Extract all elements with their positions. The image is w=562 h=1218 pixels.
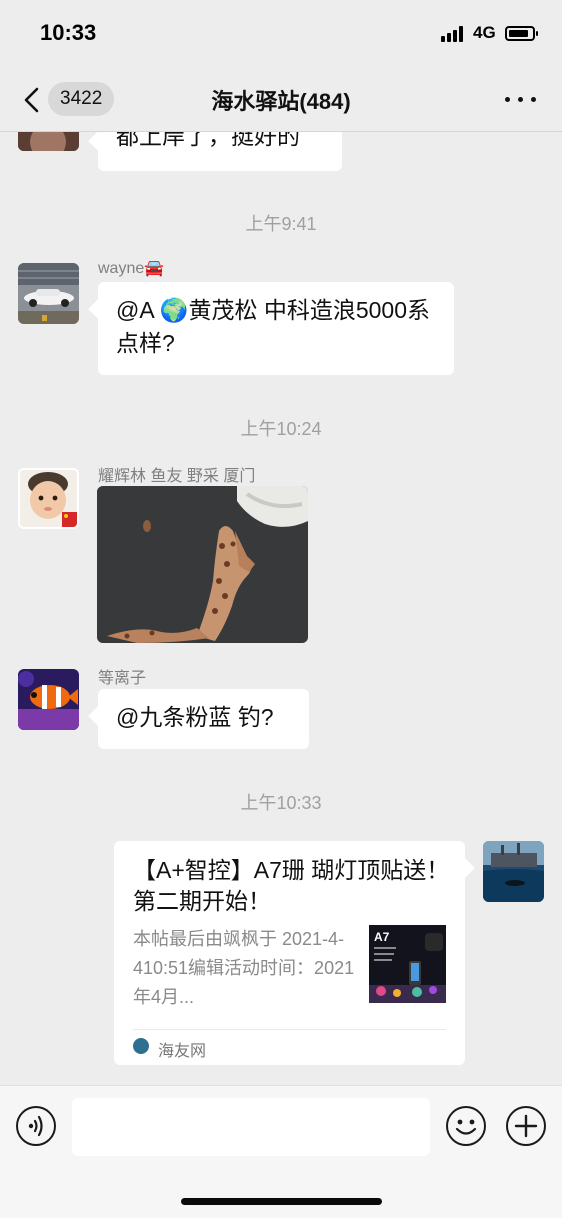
message-bubble[interactable]: @九条粉蓝 钓?: [98, 689, 309, 749]
timestamp: 上午10:24: [240, 419, 322, 439]
avatar[interactable]: [18, 468, 79, 529]
link-card-description: 本帖最后由飒枫于 2021-4-410:51编辑活动时间：2021年4月...: [133, 929, 355, 1007]
self-avatar[interactable]: [483, 841, 544, 902]
timestamp: 上午9:41: [245, 214, 317, 234]
link-card-thumbnail-label: A7: [374, 930, 390, 944]
timestamp: 上午10:33: [240, 793, 322, 813]
message-text: @A 🌍黄茂松 中科造浪5000系点样?: [116, 297, 431, 356]
home-indicator[interactable]: [181, 1198, 382, 1205]
network-label: 4G: [473, 23, 496, 42]
more-options-icon[interactable]: [505, 97, 537, 103]
chat-title: 海水驿站(484): [211, 89, 351, 114]
sender-name: wayne🚘: [98, 260, 165, 277]
message-text: @九条粉蓝 钓?: [116, 704, 274, 730]
sender-name: 耀辉林 鱼友 野采 厦门: [98, 468, 256, 485]
emoji-icon[interactable]: [446, 1106, 486, 1146]
link-card-thumbnail: A7: [369, 925, 446, 1003]
link-card-source: 海友网: [158, 1043, 207, 1060]
message-text: 都上岸了，挺好的: [116, 132, 300, 149]
message-bubble[interactable]: 都上岸了，挺好的: [98, 132, 342, 171]
plus-icon[interactable]: [506, 1106, 546, 1146]
avatar[interactable]: [18, 669, 79, 730]
link-card-title: 【A+智控】A7珊 瑚灯顶贴送！第二期开始！: [133, 857, 450, 914]
message-list[interactable]: 都上岸了，挺好的 上午9:41 wayne🚘 @A 🌍黄茂松 中科造浪5000系…: [0, 132, 562, 1085]
message-input[interactable]: [72, 1098, 430, 1156]
link-card[interactable]: 【A+智控】A7珊 瑚灯顶贴送！第二期开始！ 本帖最后由飒枫于 2021-4-4…: [114, 841, 465, 1065]
avatar[interactable]: [18, 132, 79, 151]
chat-header: 3422 海水驿站(484): [0, 70, 562, 132]
battery-icon: [505, 26, 538, 41]
status-bar: 10:33 4G: [0, 0, 562, 70]
shared-photo[interactable]: [97, 486, 308, 643]
status-time: 10:33: [40, 20, 97, 45]
signal-icon: [441, 26, 467, 42]
message-bubble[interactable]: @A 🌍黄茂松 中科造浪5000系点样?: [98, 282, 454, 375]
divider: [133, 1029, 446, 1030]
avatar[interactable]: [18, 263, 79, 324]
voice-icon[interactable]: [16, 1106, 56, 1146]
sender-name: 等离子: [98, 670, 147, 687]
source-logo-icon: [133, 1038, 149, 1054]
